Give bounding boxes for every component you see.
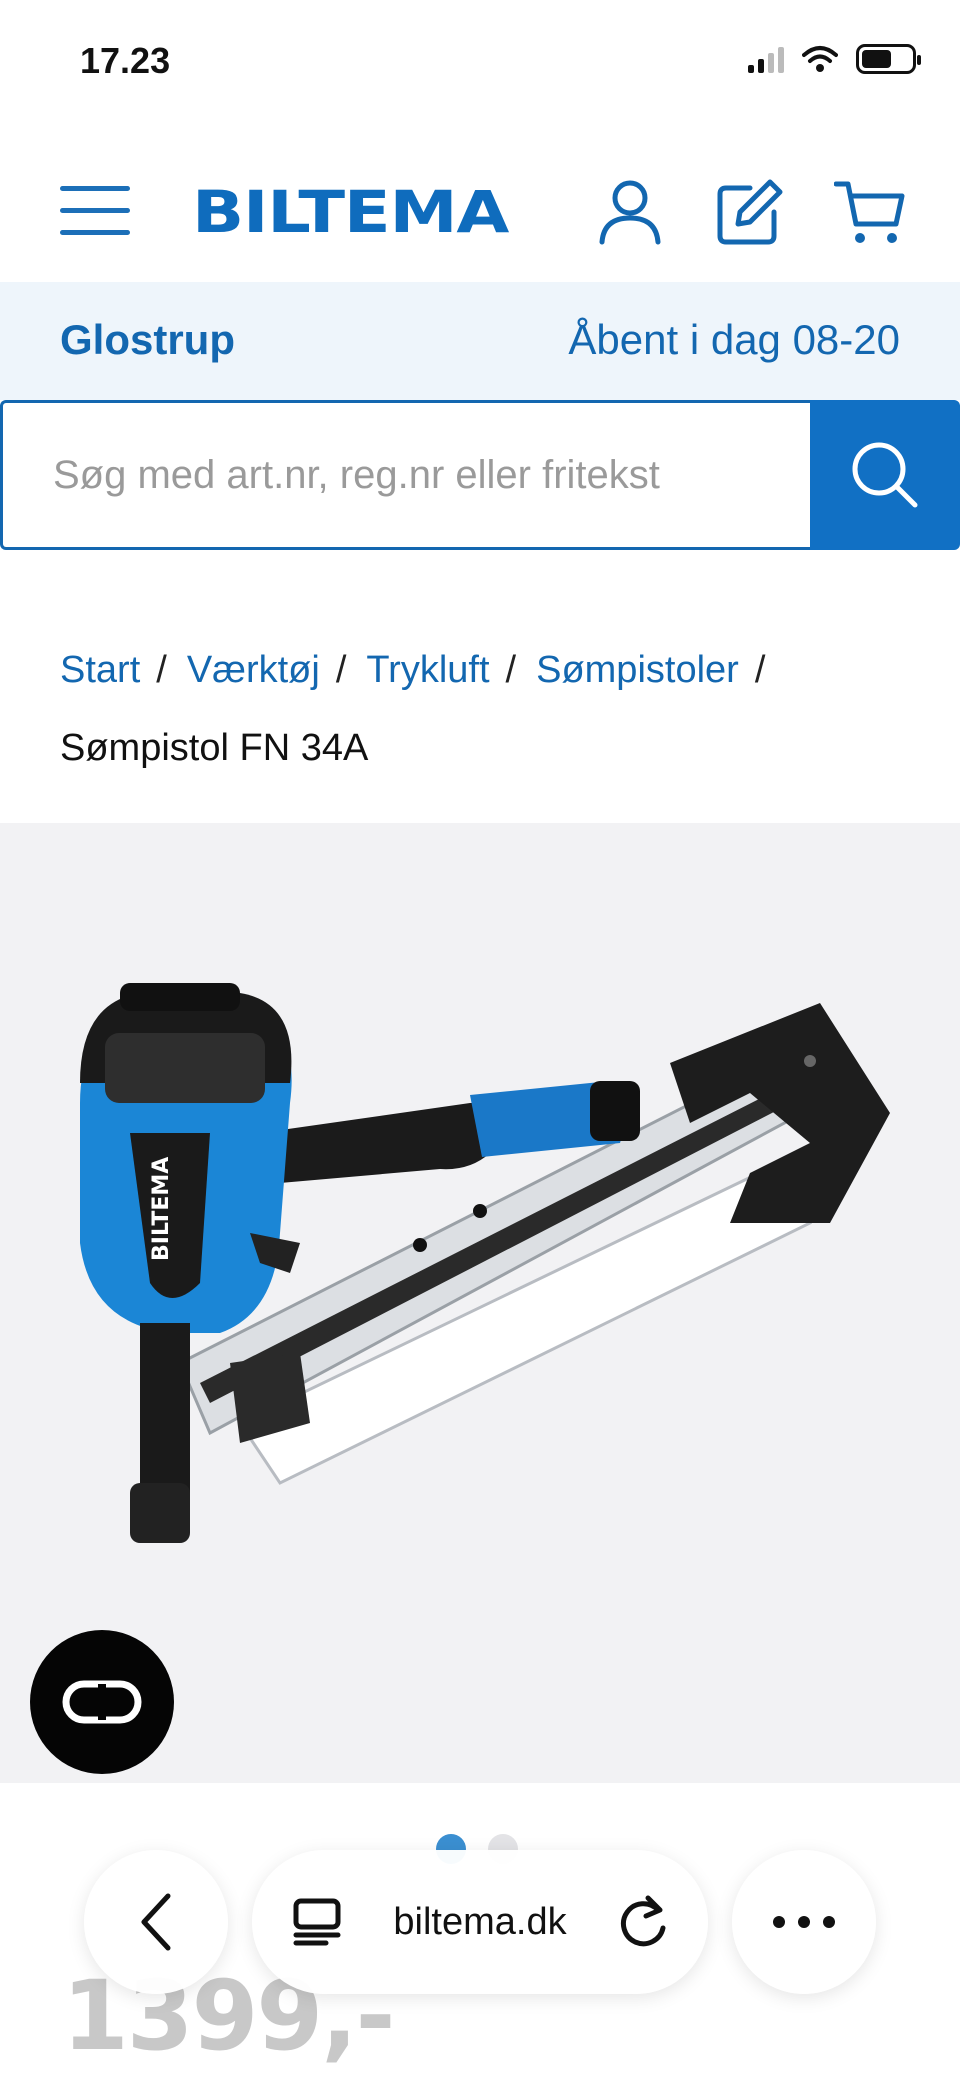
- status-icons: [748, 44, 921, 74]
- status-bar: 17.23: [0, 0, 960, 120]
- signal-icon: [748, 45, 784, 73]
- product-image-nail-gun[interactable]: BILTEMA: [50, 983, 910, 1603]
- site-header: BILTEMA: [0, 140, 960, 280]
- url-bar[interactable]: biltema.dk: [252, 1850, 708, 1994]
- breadcrumb-separator: /: [505, 649, 517, 691]
- biltema-logo[interactable]: BILTEMA: [192, 178, 509, 246]
- menu-button[interactable]: [60, 186, 132, 238]
- more-button[interactable]: [732, 1850, 876, 1994]
- breadcrumb-current: Sømpistol FN 34A: [60, 727, 369, 769]
- user-icon[interactable]: [594, 176, 666, 248]
- breadcrumb: Start / Værktøj / Trykluft / Sømpistoler / Sømp…: [60, 638, 920, 780]
- chevron-left-icon: [141, 1893, 171, 1951]
- menu-icon: [60, 186, 130, 191]
- cart-icon[interactable]: [834, 176, 906, 248]
- search-input[interactable]: [0, 400, 812, 550]
- browser-toolbar: biltema.dk: [0, 1850, 960, 2000]
- wifi-icon: [802, 46, 838, 72]
- store-bar[interactable]: Glostrup Åbent i dag 08-20: [0, 282, 960, 400]
- chat-button[interactable]: [30, 1630, 174, 1774]
- battery-icon: [856, 44, 921, 74]
- tabs-icon: [293, 1898, 341, 1946]
- edit-icon[interactable]: [714, 176, 786, 248]
- search-bar: [0, 400, 960, 550]
- more-icon: [773, 1916, 835, 1928]
- breadcrumb-separator: /: [335, 649, 347, 691]
- breadcrumb-sompistoler[interactable]: Sømpistoler: [536, 649, 739, 691]
- search-button[interactable]: [810, 400, 960, 550]
- product-brand-text: BILTEMA: [149, 1157, 174, 1261]
- reload-icon[interactable]: [618, 1894, 668, 1950]
- breadcrumb-separator: /: [156, 649, 167, 691]
- breadcrumb-trykluft[interactable]: Trykluft: [366, 649, 489, 691]
- breadcrumb-start[interactable]: Start: [60, 649, 140, 691]
- breadcrumb-vaerktoj[interactable]: Værktøj: [187, 649, 320, 691]
- breadcrumb-separator: /: [754, 649, 766, 691]
- back-button[interactable]: [84, 1850, 228, 1994]
- status-time: 17.23: [80, 40, 171, 81]
- store-hours[interactable]: Åbent i dag 08-20: [568, 316, 900, 364]
- url-text[interactable]: biltema.dk: [393, 1901, 566, 1944]
- product-image-gallery[interactable]: BILTEMA: [0, 823, 960, 1783]
- chat-icon: [62, 1680, 142, 1724]
- search-icon: [852, 442, 918, 508]
- store-name[interactable]: Glostrup: [60, 316, 235, 364]
